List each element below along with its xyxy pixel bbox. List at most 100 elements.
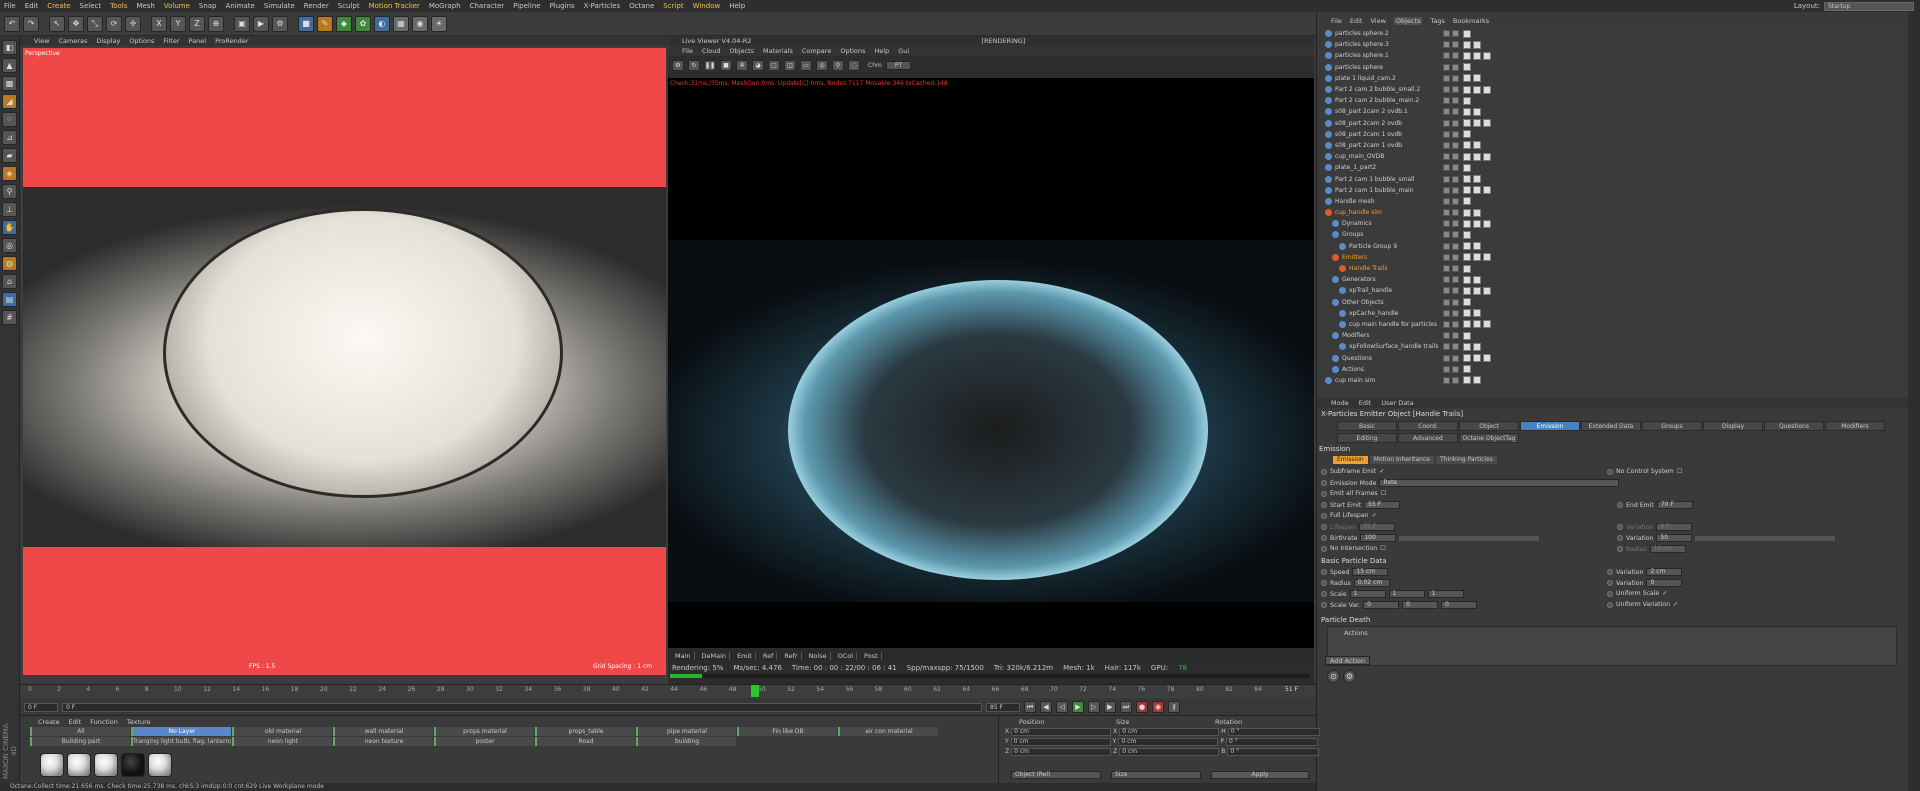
material-layer[interactable]: neon texture (333, 737, 433, 746)
object-visibility-flags[interactable] (1443, 253, 1459, 261)
layout-selector[interactable]: Layout: Startup (1794, 0, 1920, 12)
material-thumb[interactable] (94, 753, 118, 777)
material-layer[interactable]: Building part (30, 737, 130, 746)
keyframe-icon[interactable]: ⚷ (1168, 701, 1180, 713)
menu-animate[interactable]: Animate (226, 2, 255, 10)
model-mode-icon[interactable]: ▲ (2, 58, 17, 73)
visibility-dot-icon[interactable] (1452, 97, 1459, 105)
material-layer[interactable]: No Layer (131, 727, 231, 736)
live-viewer-menu-file[interactable]: File (682, 47, 693, 55)
floor-icon[interactable]: ▦ (393, 15, 409, 32)
side-tab-strip[interactable] (1908, 12, 1920, 791)
rotation-field[interactable]: 0 ° (1225, 738, 1318, 746)
prop-start-emit[interactable]: Start Emit 55 F (1321, 501, 1401, 509)
cube-icon[interactable]: ■ (298, 15, 314, 32)
z-axis-icon[interactable]: Z (189, 15, 205, 32)
object-menu-edit[interactable]: Edit (1350, 17, 1363, 25)
menu-character[interactable]: Character (470, 2, 505, 10)
prop-radius-variation[interactable]: Variation 0 (1607, 579, 1683, 587)
size-field[interactable]: 0 cm (1119, 728, 1220, 736)
object-visibility-flags[interactable] (1443, 231, 1459, 239)
tag-icon[interactable] (1463, 275, 1471, 284)
visibility-dot-icon[interactable] (1452, 332, 1459, 340)
tag-icon[interactable] (1473, 219, 1481, 228)
live-viewer-menu-gui[interactable]: Gui (898, 47, 909, 55)
x-axis-icon[interactable]: X (151, 15, 167, 32)
subtab-thinking-particles[interactable]: Thinking Particles (1435, 456, 1497, 464)
material-thumb[interactable] (40, 753, 64, 777)
object-visibility-flags[interactable] (1443, 220, 1459, 228)
tag-icon[interactable] (1463, 253, 1471, 262)
visibility-dot-icon[interactable] (1443, 354, 1450, 362)
menu-file[interactable]: File (4, 2, 16, 10)
attr-menu-mode[interactable]: Mode (1331, 399, 1349, 407)
tag-icon[interactable] (1473, 320, 1481, 329)
rotate-icon[interactable]: ⟳ (106, 15, 122, 32)
render-canvas[interactable] (668, 78, 1314, 648)
visibility-dot-icon[interactable] (1443, 86, 1450, 94)
visibility-dot-icon[interactable] (1452, 343, 1459, 351)
tag-icon[interactable] (1463, 219, 1471, 228)
render-tab-post[interactable]: Post (861, 651, 882, 660)
viewport-menu-options[interactable]: Options (129, 37, 154, 45)
live-viewer-menu-compare[interactable]: Compare (802, 47, 832, 55)
object-visibility-flags[interactable] (1443, 197, 1459, 205)
material-layer[interactable]: air con material (838, 727, 938, 736)
visibility-dot-icon[interactable] (1452, 186, 1459, 194)
menu-plugins[interactable]: Plugins (550, 2, 575, 10)
object-menu-file[interactable]: File (1331, 17, 1342, 25)
visibility-dot-icon[interactable] (1452, 365, 1459, 373)
object-row[interactable]: Groups (1323, 229, 1903, 240)
object-row[interactable]: Questions (1323, 352, 1903, 363)
tag-icon[interactable] (1463, 197, 1471, 206)
object-visibility-flags[interactable] (1443, 52, 1459, 60)
visibility-dot-icon[interactable] (1443, 30, 1450, 38)
live-viewer-menu-options[interactable]: Options (840, 47, 865, 55)
menu-simulate[interactable]: Simulate (264, 2, 295, 10)
object-visibility-flags[interactable] (1443, 86, 1459, 94)
camera-icon[interactable]: ◉ (412, 15, 428, 32)
menu-select[interactable]: Select (80, 2, 102, 10)
object-visibility-flags[interactable] (1443, 164, 1459, 172)
menu-mesh[interactable]: Mesh (136, 2, 154, 10)
send-scene-icon[interactable]: ⚙ (672, 59, 684, 71)
planar-workplane-icon[interactable]: ▤ (2, 292, 17, 307)
menu-mograph[interactable]: MoGraph (429, 2, 461, 10)
select-icon[interactable]: ↖ (49, 15, 65, 32)
soft-selection-icon[interactable]: ◍ (2, 256, 17, 271)
material-layer[interactable]: building (636, 737, 736, 746)
object-row[interactable]: Part 2 cam 1 bubble_main (1323, 185, 1903, 196)
object-row[interactable]: cup main handle for particles (1323, 319, 1903, 330)
object-row[interactable]: particles sphere.2 (1323, 28, 1903, 39)
object-row[interactable]: Handle Trails (1323, 263, 1903, 274)
tag-icon[interactable] (1463, 119, 1471, 128)
tag-icon[interactable] (1463, 186, 1471, 195)
rotation-field[interactable]: 0 ° (1227, 728, 1320, 736)
visibility-dot-icon[interactable] (1452, 220, 1459, 228)
tag-icon[interactable] (1463, 74, 1471, 83)
size-field[interactable]: 0 cm (1118, 738, 1219, 746)
object-visibility-flags[interactable] (1443, 97, 1459, 105)
visibility-dot-icon[interactable] (1452, 30, 1459, 38)
uv-mode-icon[interactable]: ◈ (2, 166, 17, 181)
visibility-dot-icon[interactable] (1443, 343, 1450, 351)
visibility-dot-icon[interactable] (1452, 376, 1459, 384)
tag-icon[interactable] (1473, 242, 1481, 251)
prop-scale[interactable]: Scale 1 1 1 (1321, 590, 1464, 598)
region-icon[interactable]: ▢ (768, 59, 780, 71)
tag-icon[interactable] (1473, 376, 1481, 385)
material-thumb[interactable] (67, 753, 91, 777)
object-visibility-flags[interactable] (1443, 30, 1459, 38)
actions-list[interactable]: Actions (1327, 626, 1897, 666)
edges-mode-icon[interactable]: ⊿ (2, 130, 17, 145)
tag-icon[interactable] (1463, 309, 1471, 318)
tag-icon[interactable] (1483, 85, 1491, 94)
visibility-dot-icon[interactable] (1443, 197, 1450, 205)
snap-icon[interactable]: ⚲ (2, 184, 17, 199)
restart-render-icon[interactable]: ↻ (688, 59, 700, 71)
autokey-icon[interactable]: ◉ (1152, 701, 1164, 713)
object-visibility-flags[interactable] (1443, 265, 1459, 273)
visibility-dot-icon[interactable] (1452, 175, 1459, 183)
render-tab-demain[interactable]: DeMain (699, 651, 731, 660)
attr-tab-octane-objecttag[interactable]: Octane ObjectTag (1459, 432, 1519, 443)
